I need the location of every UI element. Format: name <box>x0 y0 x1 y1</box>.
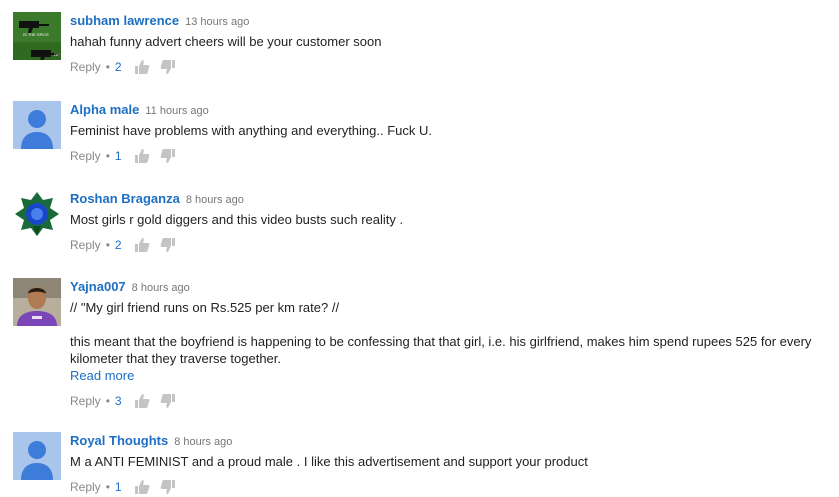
avatar[interactable] <box>13 101 61 149</box>
like-count: 3 <box>114 394 122 408</box>
like-count: 2 <box>114 238 122 252</box>
thumbs-up-icon[interactable] <box>134 59 150 75</box>
comment-text: Most girls r gold diggers and this video… <box>70 212 404 227</box>
separator: • <box>105 60 110 74</box>
like-count: 1 <box>114 480 122 494</box>
thumbs-down-icon[interactable] <box>160 393 176 409</box>
thumbs-down-icon[interactable] <box>160 479 176 495</box>
like-count: 1 <box>114 149 122 163</box>
reply-button[interactable]: Reply <box>70 480 101 494</box>
thumbs-up-icon[interactable] <box>134 393 150 409</box>
separator: • <box>105 149 110 163</box>
avatar[interactable] <box>13 432 61 480</box>
reply-button[interactable]: Reply <box>70 149 101 163</box>
separator: • <box>105 238 110 252</box>
comment-author[interactable]: Roshan Braganza <box>70 191 180 206</box>
comment-text: // "My girl friend runs on Rs.525 per km… <box>70 300 812 366</box>
comment-author[interactable]: Yajna007 <box>70 279 126 294</box>
comment-text: Feminist have problems with anything and… <box>70 123 433 138</box>
like-count: 2 <box>114 60 122 74</box>
comment-time[interactable]: 8 hours ago <box>132 282 190 294</box>
comment-time[interactable]: 8 hours ago <box>174 436 232 448</box>
thumbs-down-icon[interactable] <box>160 148 176 164</box>
separator: • <box>105 394 110 408</box>
separator: • <box>105 480 110 494</box>
comment-author[interactable]: Royal Thoughts <box>70 433 168 448</box>
reply-button[interactable]: Reply <box>70 394 101 408</box>
comment-author[interactable]: Alpha male <box>70 102 139 117</box>
thumbs-down-icon[interactable] <box>160 237 176 253</box>
reply-button[interactable]: Reply <box>70 60 101 74</box>
avatar[interactable] <box>13 278 61 326</box>
comment-time[interactable]: 8 hours ago <box>186 194 244 206</box>
comment-text: M a ANTI FEMINIST and a proud male . I l… <box>70 454 588 469</box>
comment-time[interactable]: 13 hours ago <box>185 16 249 28</box>
avatar-caption: IS THE SPICE <box>23 32 49 37</box>
reply-button[interactable]: Reply <box>70 238 101 252</box>
avatar[interactable]: IS THE SPICE OF <box>13 12 61 60</box>
thumbs-up-icon[interactable] <box>134 148 150 164</box>
read-more-link[interactable]: Read more <box>70 368 134 383</box>
thumbs-down-icon[interactable] <box>160 59 176 75</box>
comment-time[interactable]: 11 hours ago <box>145 105 208 117</box>
avatar-caption: OF <box>54 52 60 57</box>
comment-text: hahah funny advert cheers will be your c… <box>70 34 382 49</box>
thumbs-up-icon[interactable] <box>134 237 150 253</box>
thumbs-up-icon[interactable] <box>134 479 150 495</box>
comment-author[interactable]: subham lawrence <box>70 13 179 28</box>
avatar[interactable] <box>13 190 61 238</box>
